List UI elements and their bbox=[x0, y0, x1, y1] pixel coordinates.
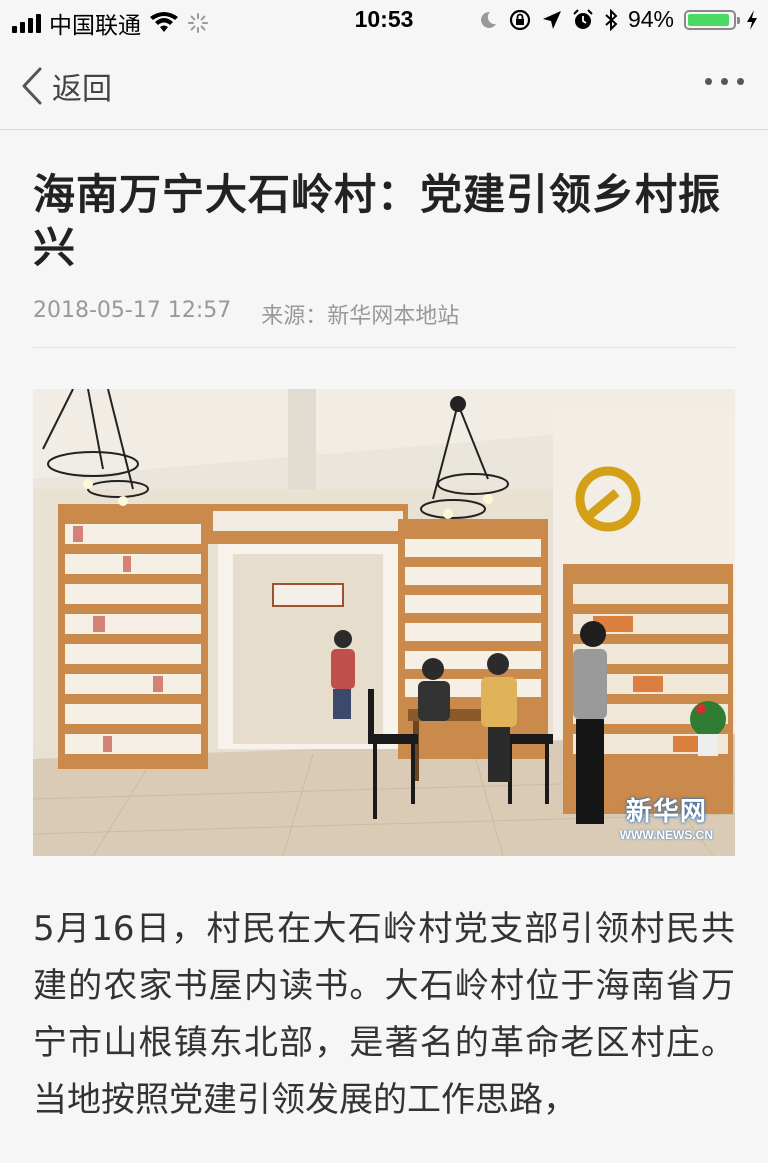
nav-bar: 返回 bbox=[0, 42, 768, 130]
article-photo[interactable]: 新华网 WWW.NEWS.CN bbox=[33, 389, 735, 856]
status-right: 94% bbox=[478, 6, 758, 33]
back-button[interactable]: 返回 bbox=[20, 64, 112, 108]
article-source[interactable]: 来源：新华网本地站 bbox=[261, 298, 459, 330]
battery-fill bbox=[688, 13, 730, 26]
article-meta: 2018-05-17 12:57 来源：新华网本地站 bbox=[33, 298, 735, 330]
watermark-cn: 新华网 bbox=[625, 796, 707, 826]
more-options-button[interactable] bbox=[705, 78, 744, 85]
alarm-icon bbox=[573, 8, 593, 29]
photo-watermark: 新华网 WWW.NEWS.CN bbox=[620, 791, 713, 842]
article-title: 海南万宁大石岭村：党建引领乡村振兴 bbox=[33, 170, 722, 272]
moon-icon bbox=[481, 11, 496, 28]
library-photo-illustration bbox=[33, 389, 735, 856]
location-icon bbox=[542, 10, 561, 29]
status-bar: 中国联通 10:53 94% bbox=[0, 0, 768, 42]
bluetooth-icon bbox=[605, 8, 618, 31]
back-label: 返回 bbox=[52, 72, 112, 107]
watermark-en: WWW.NEWS.CN bbox=[619, 828, 713, 842]
article-date: 2018-05-17 12:57 bbox=[33, 298, 232, 323]
divider bbox=[33, 347, 735, 348]
chevron-left-icon bbox=[22, 67, 42, 105]
battery-icon bbox=[684, 9, 740, 30]
battery-percent: 94% bbox=[627, 6, 674, 32]
article: 海南万宁大石岭村：党建引领乡村振兴 2018-05-17 12:57 来源：新华… bbox=[33, 130, 735, 1163]
rotation-lock-icon bbox=[509, 9, 531, 30]
charging-icon bbox=[747, 9, 757, 30]
dot-icon bbox=[737, 78, 744, 85]
article-body: 5月16日，村民在大石岭村党支部引领村民共建的农家书屋内读书。大石岭村位于海南省… bbox=[33, 909, 735, 1120]
dot-icon bbox=[721, 78, 728, 85]
dot-icon bbox=[705, 78, 712, 85]
